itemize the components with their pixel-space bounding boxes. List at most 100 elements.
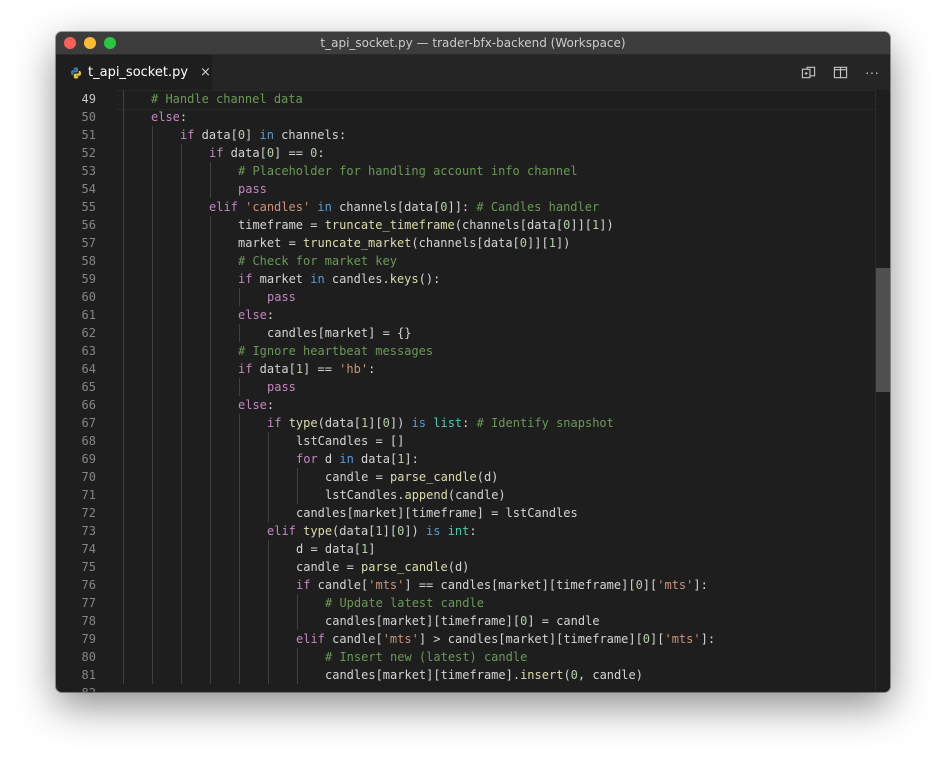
indent-guide [123, 162, 124, 180]
code-text: timeframe = truncate_timeframe(channels[… [238, 218, 614, 232]
indent-guide [239, 522, 240, 540]
code-line[interactable]: 75 candle = parse_candle(d) [56, 558, 876, 576]
code-line[interactable]: 55 elif 'candles' in channels[data[0]]: #… [56, 198, 876, 216]
indent-guide [181, 594, 182, 612]
code-line[interactable]: 74 d = data[1] [56, 540, 876, 558]
title-bar: t_api_socket.py — trader-bfx-backend (Wo… [56, 32, 890, 55]
code-line[interactable]: 63 # Ignore heartbeat messages [56, 342, 876, 360]
indent-guide [297, 486, 298, 504]
indent-guide [123, 378, 124, 396]
indent-guide [210, 162, 211, 180]
code-text: lstCandles.append(candle) [325, 488, 506, 502]
code-text: pass [267, 380, 296, 394]
indent-guide [181, 450, 182, 468]
code-text: else: [238, 308, 275, 322]
line-number: 54 [81, 182, 96, 196]
indent-guide [152, 270, 153, 288]
code-text: if type(data[1][0]) is list: # Identify … [267, 416, 614, 430]
indent-guide [239, 288, 240, 306]
code-line[interactable]: 70 candle = parse_candle(d) [56, 468, 876, 486]
code-line[interactable]: 61 else: [56, 306, 876, 324]
code-line[interactable]: 80 # Insert new (latest) candle [56, 648, 876, 666]
indent-guide [152, 648, 153, 666]
indent-guide [181, 432, 182, 450]
tab-close-button[interactable]: × [200, 65, 211, 80]
indent-guide [210, 378, 211, 396]
code-line[interactable]: 82 [56, 684, 876, 692]
code-line[interactable]: 49 # Handle channel data [56, 90, 890, 110]
code-line[interactable]: 69 for d in data[1]: [56, 450, 876, 468]
indent-guide [152, 378, 153, 396]
line-number: 63 [81, 344, 96, 358]
line-number: 80 [81, 650, 96, 664]
code-line[interactable]: 78 candles[market][timeframe][0] = candle [56, 612, 876, 630]
code-line[interactable]: 60 pass [56, 288, 876, 306]
indent-guide [210, 504, 211, 522]
code-line[interactable]: 79 elif candle['mts'] > candles[market][t… [56, 630, 876, 648]
code-line[interactable]: 65 pass [56, 378, 876, 396]
editor-actions: ··· [800, 64, 880, 80]
code-text: if data[1] == 'hb': [238, 362, 376, 376]
code-editor[interactable]: 49 # Handle channel data 50 else: 51 if data[… [56, 90, 890, 692]
code-line[interactable]: 51 if data[0] in channels: [56, 126, 876, 144]
code-line[interactable]: 54 pass [56, 180, 876, 198]
code-line[interactable]: 81 candles[market][timeframe].insert(0, c… [56, 666, 876, 684]
code-text: if data[0] == 0: [209, 146, 325, 160]
code-line[interactable]: 53 # Placeholder for handling account inf… [56, 162, 876, 180]
more-actions-icon[interactable]: ··· [864, 64, 880, 80]
code-line[interactable]: 56 timeframe = truncate_timeframe(channel… [56, 216, 876, 234]
line-number: 65 [81, 380, 96, 394]
indent-guide [123, 522, 124, 540]
indent-guide [181, 648, 182, 666]
indent-guide [123, 90, 124, 108]
indent-guide [123, 252, 124, 270]
indent-guide [152, 288, 153, 306]
indent-guide [297, 666, 298, 684]
code-line[interactable]: 66 else: [56, 396, 876, 414]
code-line[interactable]: 71 lstCandles.append(candle) [56, 486, 876, 504]
indent-guide [210, 414, 211, 432]
indent-guide [268, 450, 269, 468]
vertical-scrollbar[interactable] [875, 90, 890, 692]
code-text: # Check for market key [238, 254, 397, 268]
indent-guide [210, 558, 211, 576]
code-line[interactable]: 58 # Check for market key [56, 252, 876, 270]
indent-guide [239, 594, 240, 612]
code-text: d = data[1] [296, 542, 376, 556]
code-line[interactable]: 59 if market in candles.keys(): [56, 270, 876, 288]
line-number: 61 [81, 308, 96, 322]
code-text: if market in candles.keys(): [238, 272, 441, 286]
code-text: candles[market][timeframe][0] = candle [325, 614, 600, 628]
code-text: for d in data[1]: [296, 452, 419, 466]
indent-guide [123, 288, 124, 306]
code-line[interactable]: 52 if data[0] == 0: [56, 144, 876, 162]
code-line[interactable]: 64 if data[1] == 'hb': [56, 360, 876, 378]
scrollbar-thumb[interactable] [876, 268, 890, 392]
code-line[interactable]: 50 else: [56, 108, 876, 126]
indent-guide [123, 396, 124, 414]
indent-guide [239, 486, 240, 504]
indent-guide [152, 468, 153, 486]
code-line[interactable]: 62 candles[market] = {} [56, 324, 876, 342]
code-line[interactable]: 77 # Update latest candle [56, 594, 876, 612]
line-number: 71 [81, 488, 96, 502]
line-number: 77 [81, 596, 96, 610]
code-line[interactable]: 73 elif type(data[1][0]) is int: [56, 522, 876, 540]
split-editor-icon[interactable] [832, 64, 848, 80]
code-line[interactable]: 57 market = truncate_market(channels[data… [56, 234, 876, 252]
code-line[interactable]: 76 if candle['mts'] == candles[market][ti… [56, 576, 876, 594]
tab-t-api-socket[interactable]: t_api_socket.py × [56, 55, 212, 90]
indent-guide [123, 360, 124, 378]
code-line[interactable]: 67 if type(data[1][0]) is list: # Identif… [56, 414, 876, 432]
indent-guide [152, 666, 153, 684]
code-text: # Ignore heartbeat messages [238, 344, 434, 358]
compare-changes-icon[interactable] [800, 64, 816, 80]
indent-guide [123, 612, 124, 630]
line-number: 68 [81, 434, 96, 448]
code-line[interactable]: 68 lstCandles = [] [56, 432, 876, 450]
indent-guide [123, 126, 124, 144]
code-line[interactable]: 72 candles[market][timeframe] = lstCandle… [56, 504, 876, 522]
indent-guide [152, 630, 153, 648]
code-text: elif type(data[1][0]) is int: [267, 524, 477, 538]
indent-guide [210, 180, 211, 198]
